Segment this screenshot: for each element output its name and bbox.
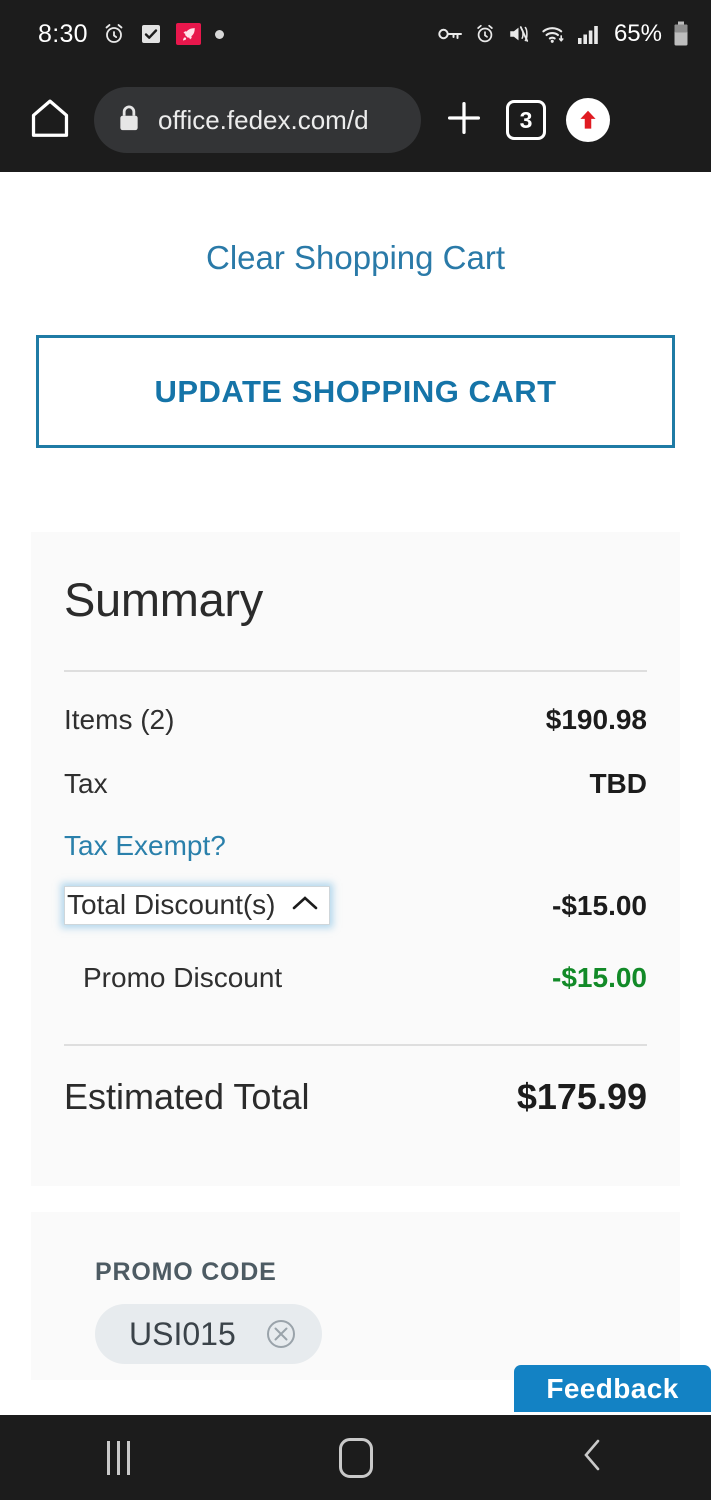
wifi-icon [541,23,566,45]
total-discounts-value: -$15.00 [552,889,647,921]
summary-row-total-discount: Total Discount(s) -$15.00 [64,886,647,925]
url-bar[interactable]: office.fedex.com/d [94,87,421,153]
items-label: Items (2) [64,704,175,735]
android-status-bar: 8:30 65% [0,0,711,68]
browser-update-button[interactable] [557,89,619,151]
clear-shopping-cart-link[interactable]: Clear Shopping Cart [0,239,711,277]
rocket-badge-icon [175,23,201,45]
battery-icon [673,21,689,47]
summary-row-items: Items (2) $190.98 [64,704,647,736]
mute-vibrate-icon [507,23,530,45]
feedback-tab-button[interactable]: Feedback [514,1365,711,1412]
items-value: $190.98 [545,704,647,735]
lock-icon [116,103,142,138]
alarm-icon [474,23,496,45]
chevron-up-icon [290,893,320,918]
circle-x-icon[interactable] [262,1315,300,1353]
estimated-total-row: Estimated Total $175.99 [64,1076,647,1118]
back-button[interactable] [538,1415,648,1500]
browser-home-button[interactable] [20,90,80,150]
promo-code-chip[interactable]: USI015 [95,1304,322,1364]
tax-exempt-link[interactable]: Tax Exempt? [64,830,226,862]
tax-label: Tax [64,768,108,799]
home-square-icon [338,1437,373,1478]
promo-code-card: PROMO CODE USI015 [31,1212,680,1380]
webpage-content: Clear Shopping Cart UPDATE SHOPPING CART… [0,172,711,1415]
promo-code-label: PROMO CODE [95,1258,277,1286]
total-discounts-toggle[interactable]: Total Discount(s) [64,886,330,925]
status-bar-left: 8:30 [38,20,224,49]
update-arrow-icon [566,98,610,142]
summary-divider-top [64,670,647,672]
browser-toolbar: office.fedex.com/d 3 [0,68,711,172]
phone-screen: 8:30 65% office.fedex.com/d 3 Clear Shop… [0,0,711,1500]
tax-value: TBD [589,768,647,799]
home-button[interactable] [301,1415,411,1500]
vpn-key-icon [437,25,463,43]
recents-icon [107,1440,130,1475]
promo-code-value: USI015 [129,1315,236,1352]
status-clock: 8:30 [38,19,88,48]
promo-discount-label: Promo Discount [83,962,283,993]
alarm-icon [102,22,126,46]
home-icon [27,95,73,146]
cellular-signal-icon [577,24,601,44]
summary-card: Summary Items (2) $190.98 Tax TBD Tax Ex… [31,532,680,1186]
tab-switcher-button[interactable]: 3 [495,89,557,151]
battery-percent-label: 65% [613,20,662,47]
promo-discount-row: Promo Discount -$15.00 [64,962,647,994]
recents-button[interactable] [64,1415,174,1500]
plus-icon [441,95,487,146]
update-shopping-cart-button[interactable]: UPDATE SHOPPING CART [36,335,675,448]
promo-discount-value: -$15.00 [552,962,647,993]
total-discounts-label: Total Discount(s) [67,889,276,920]
estimated-total-label: Estimated Total [64,1076,310,1117]
url-text: office.fedex.com/d [158,104,369,135]
summary-title: Summary [64,573,263,626]
summary-row-tax: Tax TBD [64,768,647,800]
android-nav-bar [0,1415,711,1500]
status-bar-right: 65% [437,20,689,48]
estimated-total-value: $175.99 [516,1076,647,1117]
tab-count-badge: 3 [506,100,546,140]
summary-divider-bottom [64,1044,647,1046]
new-tab-button[interactable] [433,89,495,151]
back-chevron-icon [578,1435,608,1480]
tasks-checkbox-icon [140,23,162,45]
dot-icon [214,29,224,39]
